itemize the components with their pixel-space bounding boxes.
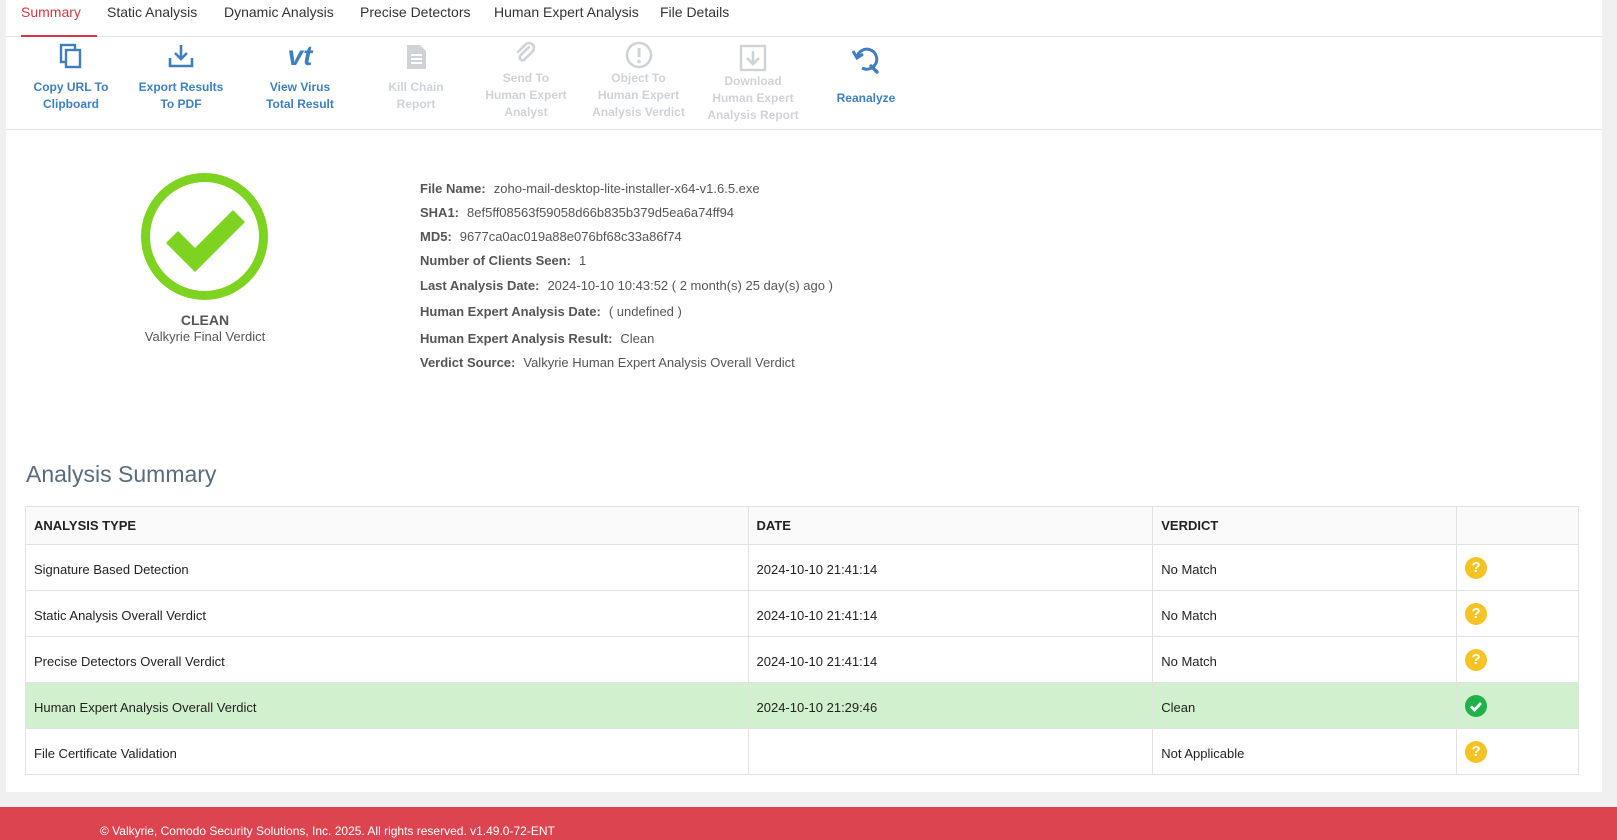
expert-analysis-result-row: Human Expert Analysis Result: Clean [420,331,655,346]
reanalyze-label: Reanalyze [836,91,896,105]
analysis-summary-table: ANALYSIS TYPE DATE VERDICT Signature Bas… [25,506,1579,775]
kill-chain-label: Kill Chain Report [388,80,444,111]
expert-analysis-result-value: Clean [620,331,655,346]
kill-chain-report-button[interactable]: Kill Chain Report [366,37,466,130]
last-analysis-date-value: 2024-10-10 10:43:52 ( 2 month(s) 25 day(… [547,278,833,293]
date-cell: 2024-10-10 21:41:14 [747,590,1154,637]
table-row-highlighted: Human Expert Analysis Overall Verdict 20… [25,682,1579,729]
column-header-date: DATE [747,506,1154,545]
date-cell: 2024-10-10 21:29:46 [747,682,1154,729]
copy-url-label: Copy URL To Clipboard [33,80,109,111]
copy-url-button[interactable]: Copy URL To Clipboard [24,37,118,130]
sha1-row: SHA1: 8ef5ff08563f59058d66b835b379d5ea6a7… [420,205,735,220]
file-name-row: File Name: zoho-mail-desktop-lite-install… [420,181,760,196]
export-pdf-label: Export Results To PDF [138,80,224,111]
export-pdf-button[interactable]: Export Results To PDF [131,37,231,130]
analysis-type-cell: Static Analysis Overall Verdict [25,590,749,637]
question-icon[interactable]: ? [1465,557,1488,579]
question-icon[interactable]: ? [1465,741,1488,763]
verdict-cell: Not Applicable [1152,728,1458,775]
check-circle-icon[interactable] [1465,695,1488,717]
tab-human-expert-analysis[interactable]: Human Expert Analysis [494,0,639,37]
virustotal-label: View Virus Total Result [266,80,334,111]
verdict-cell: No Match [1152,544,1458,591]
expert-analysis-date-value: ( undefined ) [608,304,682,319]
clients-seen-value: 1 [578,253,587,268]
tab-bar: Summary Static Analysis Dynamic Analysis… [6,0,1602,37]
tab-dynamic-analysis[interactable]: Dynamic Analysis [224,0,334,37]
column-header-status [1456,506,1579,545]
paperclip-icon [516,41,536,62]
verdict-cell: Clean [1152,682,1458,729]
download-icon [168,45,194,68]
send-to-expert-label: Send To Human Expert Analyst [485,71,567,119]
md5-row: MD5: 9677ca0ac019a88e076bf68c33a86f74 [420,229,682,244]
question-icon[interactable]: ? [1465,649,1488,671]
download-expert-report-label: Download Human Expert Analysis Report [707,74,799,122]
document-icon [407,45,426,69]
virustotal-button[interactable]: vt View Virus Total Result [250,37,350,130]
exclamation-icon [625,41,652,69]
file-name-value: zoho-mail-desktop-lite-installer-x64-v1.… [493,181,760,196]
analysis-type-cell: Signature Based Detection [25,544,749,591]
column-header-analysis-type: ANALYSIS TYPE [25,506,749,545]
footer: © Valkyrie, Comodo Security Solutions, I… [0,807,1617,840]
date-cell [747,728,1154,775]
download-box-icon [739,44,767,72]
table-header-row: ANALYSIS TYPE DATE VERDICT [25,506,1579,545]
analysis-type-cell: File Certificate Validation [25,728,749,775]
vt-icon: vt [287,40,313,71]
date-cell: 2024-10-10 21:41:14 [747,636,1154,683]
analysis-summary-title: Analysis Summary [26,461,217,487]
clean-verdict-check-icon [141,173,268,300]
object-verdict-button[interactable]: Object To Human Expert Analysis Verdict [581,37,696,130]
tab-static-analysis[interactable]: Static Analysis [107,0,197,37]
md5-value: 9677ca0ac019a88e076bf68c33a86f74 [459,229,682,244]
table-row: File Certificate Validation Not Applicab… [25,728,1579,775]
refresh-icon [851,47,879,74]
download-expert-report-button[interactable]: Download Human Expert Analysis Report [694,37,812,130]
last-analysis-date-row: Last Analysis Date: 2024-10-10 10:43:52 (… [420,278,833,293]
action-toolbar: Copy URL To Clipboard Export Results To … [6,37,1602,130]
table-row: Signature Based Detection 2024-10-10 21:… [25,544,1579,591]
table-row: Precise Detectors Overall Verdict 2024-1… [25,636,1579,683]
report-card: Summary Static Analysis Dynamic Analysis… [6,0,1602,792]
verdict-source-row: Verdict Source: Valkyrie Human Expert Ana… [420,355,795,370]
table-row: Static Analysis Overall Verdict 2024-10-… [25,590,1579,637]
verdict-subtitle: Valkyrie Final Verdict [144,329,266,344]
tab-file-details[interactable]: File Details [660,0,729,37]
object-verdict-label: Object To Human Expert Analysis Verdict [592,71,685,119]
expert-analysis-date-row: Human Expert Analysis Date:( undefined ) [420,304,682,319]
analysis-type-cell: Precise Detectors Overall Verdict [25,636,749,683]
analysis-type-cell: Human Expert Analysis Overall Verdict [25,682,749,729]
verdict-label: CLEAN [180,312,230,328]
copy-icon [59,43,82,69]
send-to-expert-button[interactable]: Send To Human Expert Analyst [471,37,581,130]
tab-summary[interactable]: Summary [21,0,97,37]
copyright-text: © Valkyrie, Comodo Security Solutions, I… [100,824,555,838]
verdict-cell: No Match [1152,590,1458,637]
tab-precise-detectors[interactable]: Precise Detectors [360,0,470,37]
clients-seen-row: Number of Clients Seen: 1 [420,253,587,268]
sha1-value: 8ef5ff08563f59058d66b835b379d5ea6a74ff94 [467,205,735,220]
column-header-verdict: VERDICT [1152,506,1458,545]
verdict-cell: No Match [1152,636,1458,683]
reanalyze-button[interactable]: Reanalyze [816,37,916,130]
verdict-source-value: Valkyrie Human Expert Analysis Overall V… [523,355,795,370]
question-icon[interactable]: ? [1465,603,1488,625]
date-cell: 2024-10-10 21:41:14 [747,544,1154,591]
